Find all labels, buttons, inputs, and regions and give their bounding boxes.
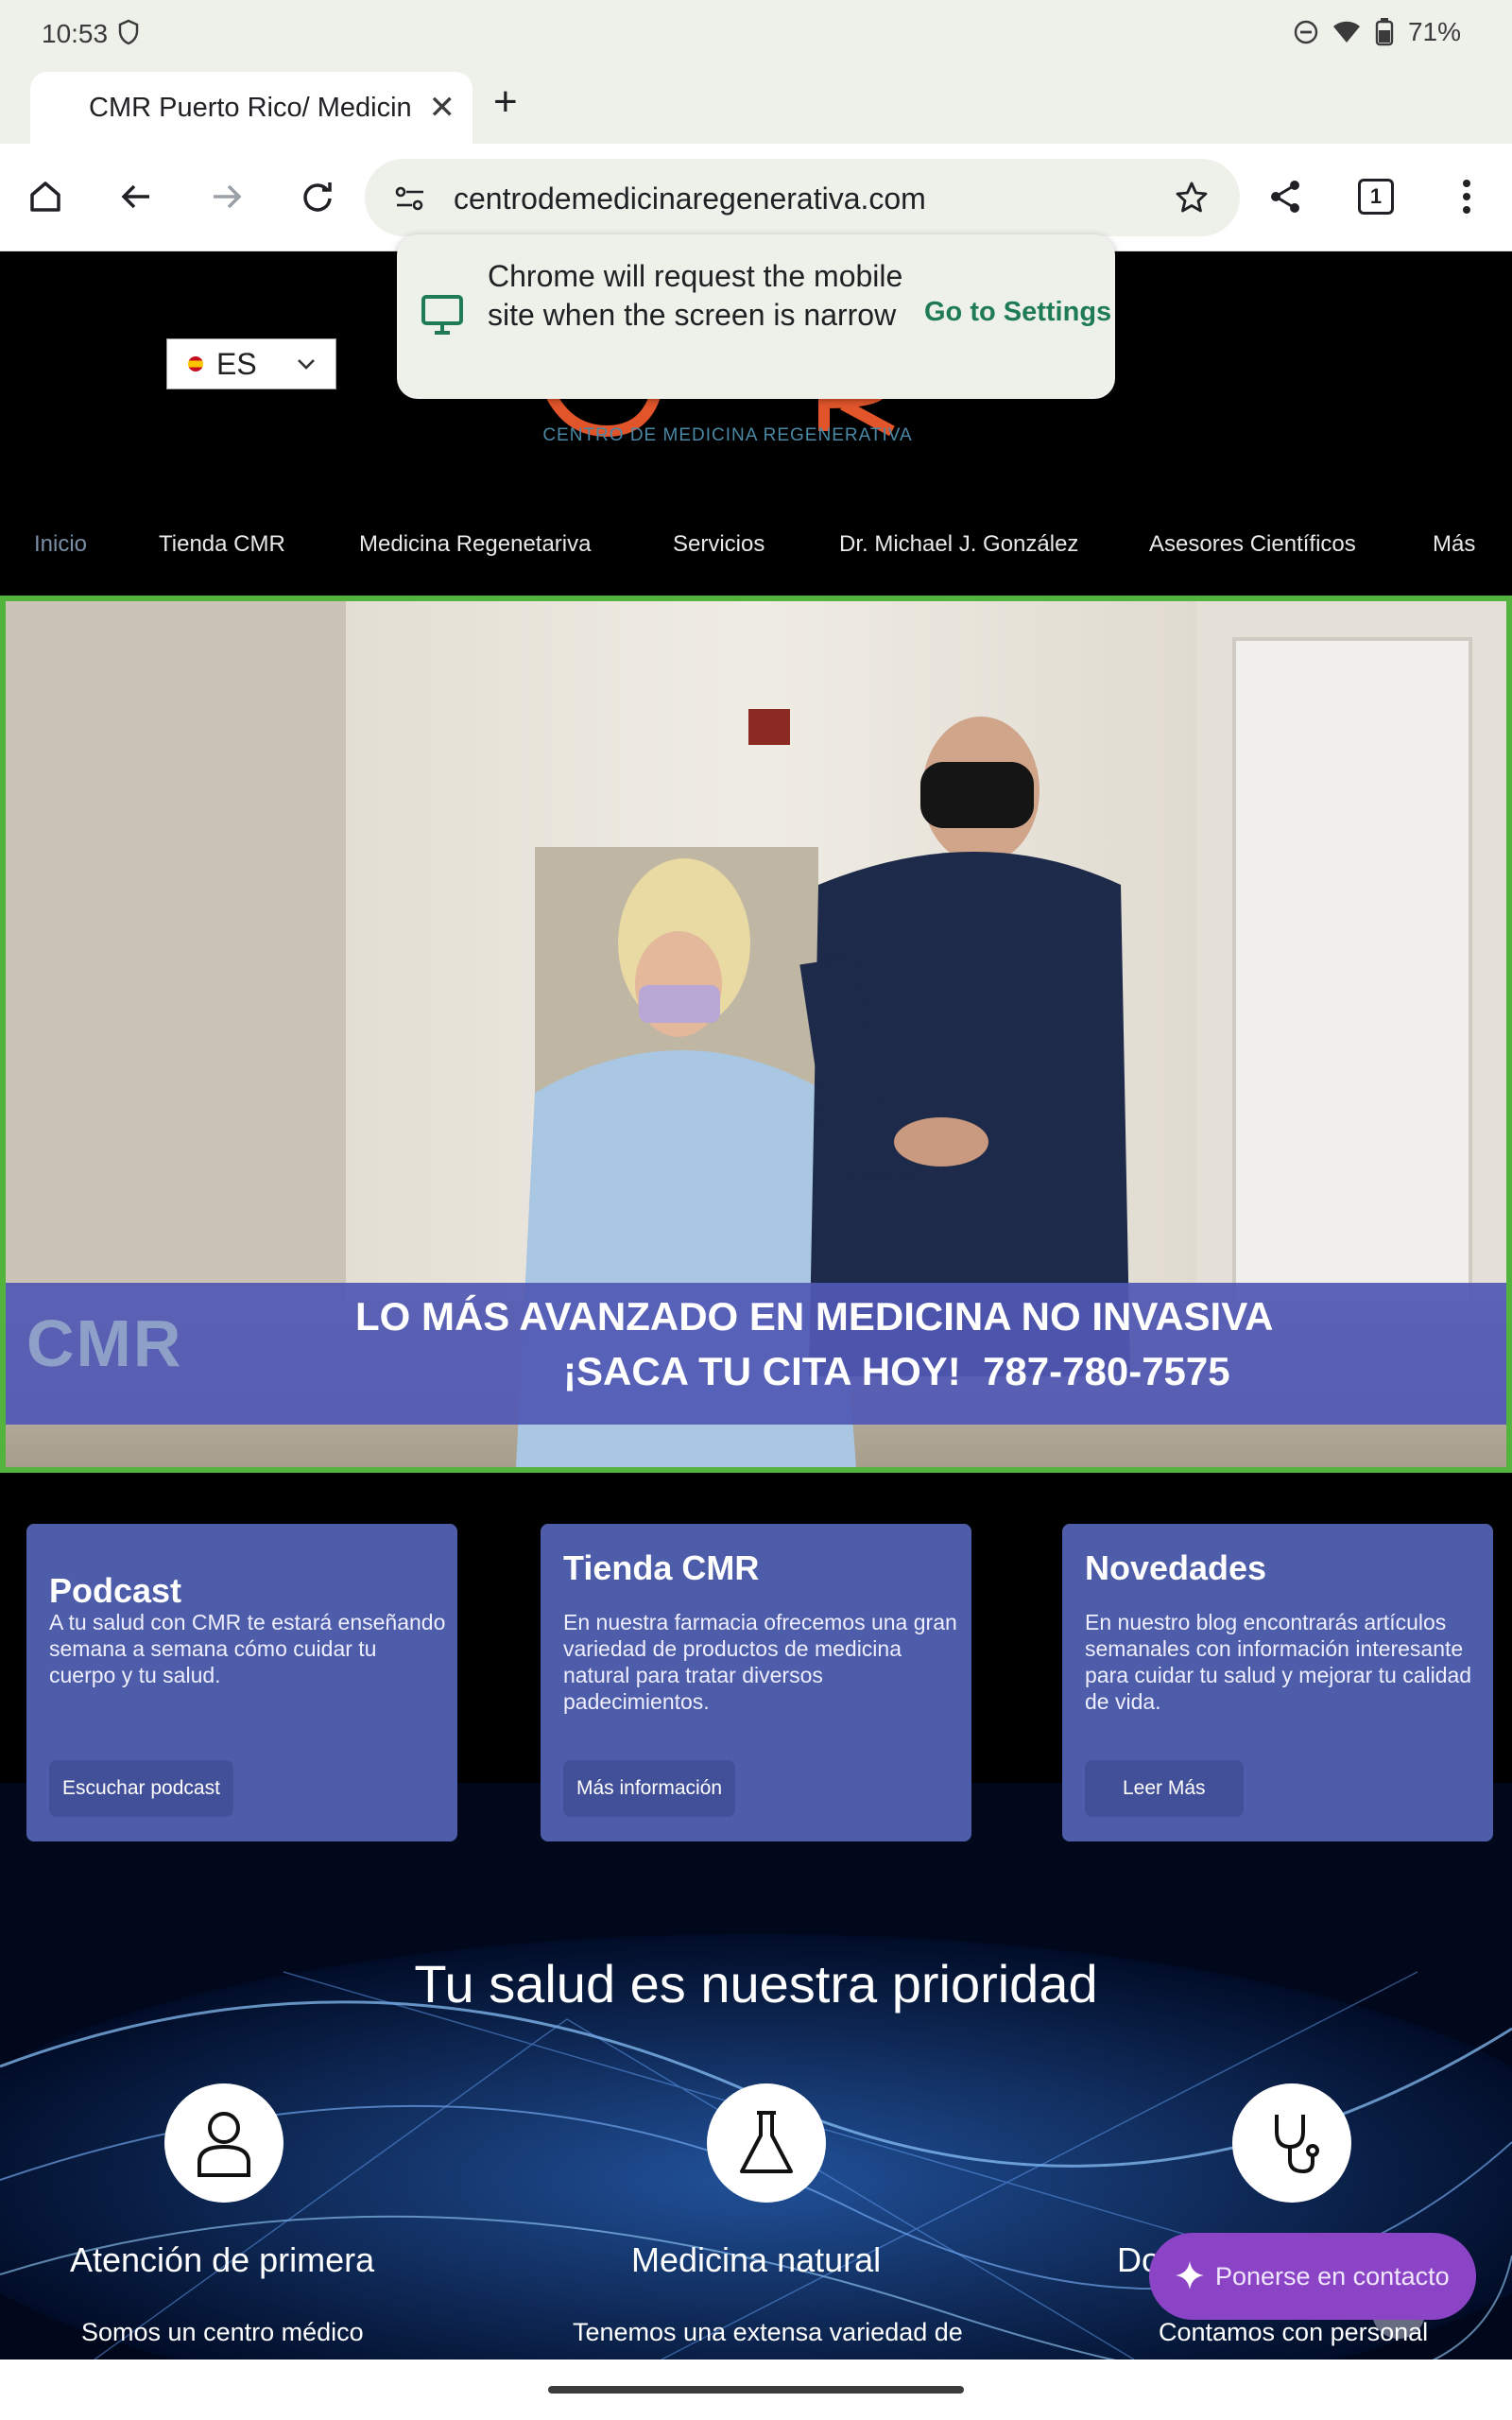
status-time: 10:53: [42, 19, 109, 48]
spain-flag-icon: [188, 356, 203, 372]
feature-text: Tenemos una extensa variedad de: [573, 2318, 963, 2346]
menu-icon[interactable]: [1442, 172, 1491, 221]
star-icon[interactable]: [1174, 180, 1210, 216]
site-settings-icon[interactable]: [393, 183, 427, 214]
contact-label: Ponerse en contacto: [1215, 2261, 1450, 2290]
nav-item-tienda[interactable]: Tienda CMR: [159, 531, 285, 558]
back-icon[interactable]: [112, 172, 161, 221]
feature-title: Medicina natural: [631, 2240, 882, 2279]
reload-icon[interactable]: [293, 172, 342, 221]
card-body: En nuestra farmacia ofrecemos una gran v…: [563, 1610, 957, 1714]
tab-switcher-icon[interactable]: 1: [1351, 172, 1400, 221]
read-more-button[interactable]: Leer Más: [1085, 1760, 1244, 1817]
banner-line-1: LO MÁS AVANZADO EN MEDICINA NO INVASIVA: [355, 1294, 1274, 1339]
user-icon: [164, 2083, 284, 2203]
new-tab-icon[interactable]: +: [493, 81, 518, 123]
battery-percent: 71%: [1407, 17, 1461, 46]
battery-icon: [1375, 18, 1394, 46]
more-info-button[interactable]: Más información: [563, 1760, 736, 1817]
dnd-icon: [1294, 20, 1318, 44]
card-podcast: Podcast A tu salud con CMR te estará ens…: [26, 1524, 457, 1841]
share-icon[interactable]: [1261, 172, 1310, 221]
main-nav: Inicio Tienda CMR Medicina Regenetariva …: [0, 531, 1512, 588]
nav-item-mas[interactable]: Más: [1433, 531, 1475, 558]
browser-tab[interactable]: CMR Puerto Rico/ Medicina ✕: [30, 72, 472, 144]
language-selector[interactable]: ES: [166, 338, 336, 389]
home-icon[interactable]: [21, 172, 70, 221]
status-bar: 10:53 71%: [0, 0, 1512, 66]
feature-text: Somos un centro médico: [81, 2318, 364, 2346]
address-bar[interactable]: centrodemedicinaregenerativa.com: [365, 159, 1240, 236]
logo-subtitle: CENTRO DE MEDICINA REGENERATIVA: [542, 425, 913, 445]
popup-message: Chrome will request the mobile site when…: [488, 259, 903, 332]
home-gesture-handle[interactable]: [548, 2386, 964, 2394]
nav-item-servicios[interactable]: Servicios: [673, 531, 765, 558]
contact-button[interactable]: Ponerse en contacto: [1149, 2233, 1476, 2320]
tab-strip: CMR Puerto Rico/ Medicina ✕ +: [0, 66, 1512, 144]
stethoscope-icon: [1232, 2083, 1351, 2203]
tab-title: CMR Puerto Rico/ Medicina: [89, 93, 410, 123]
listen-podcast-button[interactable]: Escuchar podcast: [49, 1760, 233, 1817]
gesture-nav-bar: [0, 2360, 1512, 2420]
card-tienda: Tienda CMR En nuestra farmacia ofrecemos…: [541, 1524, 971, 1841]
hero-video[interactable]: CMR LO MÁS AVANZADO EN MEDICINA NO INVAS…: [0, 596, 1512, 1473]
card-novedades: Novedades En nuestro blog encontrarás ar…: [1062, 1524, 1493, 1841]
desktop-icon: [421, 295, 463, 335]
chrome-mobile-site-popup: Chrome will request the mobile site when…: [397, 234, 1115, 399]
video-banner: CMR LO MÁS AVANZADO EN MEDICINA NO INVAS…: [6, 1283, 1506, 1425]
nav-item-medicina[interactable]: Medicina Regenetariva: [359, 531, 591, 558]
website-content: ES CENTRO DE MEDICINA REGENERATIVA Inici…: [0, 251, 1512, 2360]
feature-text: Contamos con personal: [1159, 2318, 1429, 2346]
card-body: A tu salud con CMR te estará enseñando s…: [49, 1610, 446, 1687]
nav-item-inicio[interactable]: Inicio: [34, 531, 87, 558]
banner-line-2: ¡SACA TU CITA HOY! 787-780-7575: [563, 1349, 1230, 1393]
flask-icon: [707, 2083, 826, 2203]
priority-heading: Tu salud es nuestra prioridad: [414, 1954, 1098, 2014]
language-label: ES: [216, 346, 257, 381]
status-icons: 71%: [1293, 17, 1461, 47]
nav-item-doctor[interactable]: Dr. Michael J. González: [839, 531, 1078, 558]
url-text: centrodemedicinaregenerativa.com: [454, 182, 926, 216]
video-logo: CMR: [26, 1306, 183, 1380]
tab-count: 1: [1358, 179, 1394, 215]
feature-title: Atención de primera: [70, 2240, 375, 2279]
sparkle-icon: [1176, 2261, 1204, 2290]
forward-icon[interactable]: [202, 172, 251, 221]
nav-item-asesores[interactable]: Asesores Científicos: [1149, 531, 1356, 558]
card-title: Podcast: [49, 1571, 182, 1610]
close-icon[interactable]: ✕: [429, 89, 456, 127]
card-body: En nuestro blog encontrarás artículos se…: [1085, 1610, 1472, 1714]
card-title: Tienda CMR: [563, 1548, 760, 1587]
wifi-icon: [1332, 21, 1360, 43]
shield-icon: [118, 19, 139, 45]
go-to-settings-button[interactable]: Go to Settings: [924, 297, 1111, 328]
chevron-down-icon: [298, 359, 315, 370]
card-title: Novedades: [1085, 1548, 1267, 1587]
